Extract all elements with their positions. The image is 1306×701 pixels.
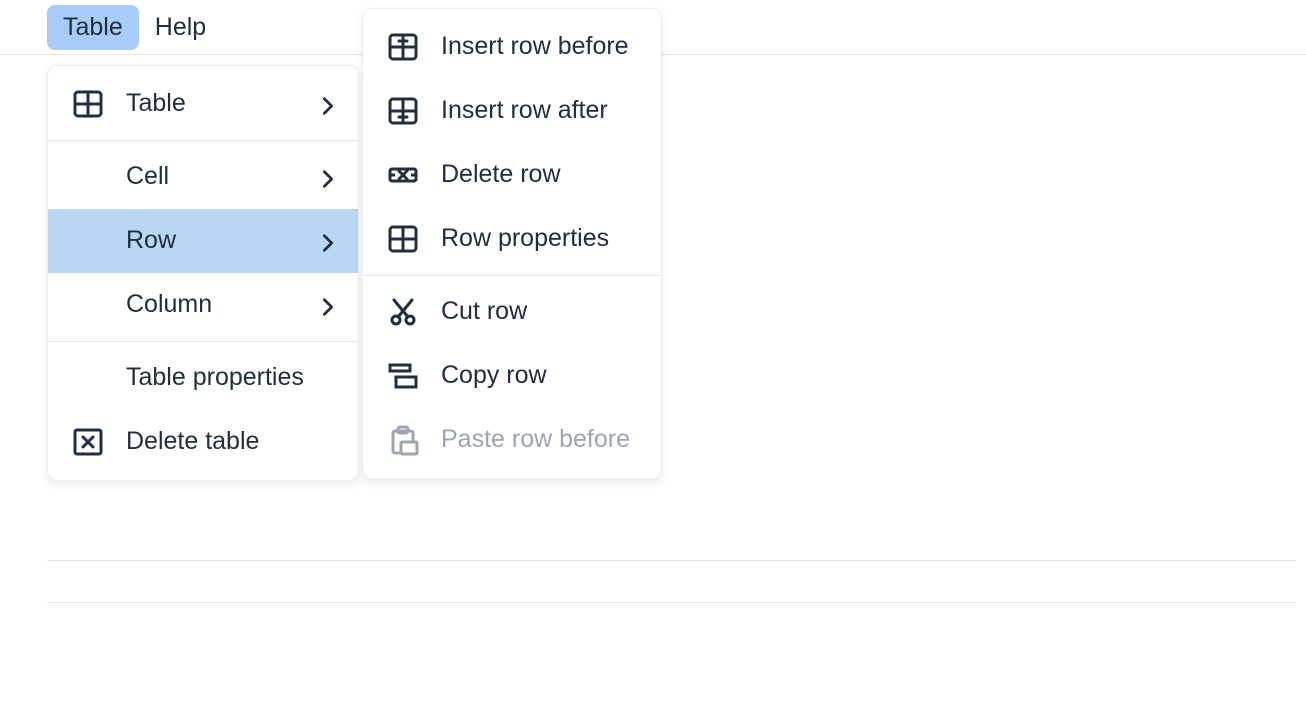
copy-icon [385, 358, 421, 394]
menu-divider [363, 275, 661, 276]
menu-label: Column [126, 288, 318, 322]
editor-separator [47, 560, 1296, 561]
menu-item-table[interactable]: Table [48, 72, 358, 136]
chevron-right-icon [318, 295, 338, 315]
menu-item-delete-table[interactable]: Delete table [48, 410, 358, 474]
menu-label: Table [126, 87, 318, 121]
delete-table-icon [70, 424, 106, 460]
menubar-item-help[interactable]: Help [139, 5, 222, 50]
menu-item-cell[interactable]: Cell [48, 145, 358, 209]
menu-label: Table properties [126, 361, 338, 395]
menu-label: Paste row before [441, 423, 641, 457]
menu-label: Delete row [441, 158, 641, 192]
menu-label: Insert row after [441, 94, 641, 128]
menu-item-row[interactable]: Row [48, 209, 358, 273]
menubar-item-table[interactable]: Table [47, 5, 139, 50]
menu-label: Copy row [441, 359, 641, 393]
insert-row-after-icon [385, 93, 421, 129]
menu-item-cut-row[interactable]: Cut row [363, 280, 661, 344]
paste-icon [385, 422, 421, 458]
icon-placeholder [70, 287, 106, 323]
menu-item-column[interactable]: Column [48, 273, 358, 337]
delete-row-icon [385, 157, 421, 193]
insert-row-before-icon [385, 29, 421, 65]
chevron-right-icon [318, 167, 338, 187]
table-menu: Table Cell Row Column [47, 65, 359, 481]
menu-label: Insert row before [441, 30, 641, 64]
row-properties-icon [385, 221, 421, 257]
table-icon [70, 86, 106, 122]
editor-separator [47, 602, 1296, 603]
row-submenu: Insert row before Insert row after Delet… [362, 8, 662, 479]
menu-item-insert-row-before[interactable]: Insert row before [363, 15, 661, 79]
icon-placeholder [70, 159, 106, 195]
menu-label: Cell [126, 160, 318, 194]
menu-item-insert-row-after[interactable]: Insert row after [363, 79, 661, 143]
menu-divider [48, 341, 358, 342]
menubar-label-help: Help [155, 13, 206, 41]
menu-item-row-properties[interactable]: Row properties [363, 207, 661, 271]
menu-divider [48, 140, 358, 141]
menu-label: Row properties [441, 222, 641, 256]
menu-label: Cut row [441, 295, 641, 329]
cut-icon [385, 294, 421, 330]
menu-item-copy-row[interactable]: Copy row [363, 344, 661, 408]
chevron-right-icon [318, 231, 338, 251]
menu-item-table-properties[interactable]: Table properties [48, 346, 358, 410]
chevron-right-icon [318, 94, 338, 114]
menu-item-delete-row[interactable]: Delete row [363, 143, 661, 207]
icon-placeholder [70, 360, 106, 396]
menu-label: Delete table [126, 425, 338, 459]
menubar-label-table: Table [63, 13, 123, 41]
menu-item-paste-row-before: Paste row before [363, 408, 661, 472]
icon-placeholder [70, 223, 106, 259]
menu-label: Row [126, 224, 318, 258]
